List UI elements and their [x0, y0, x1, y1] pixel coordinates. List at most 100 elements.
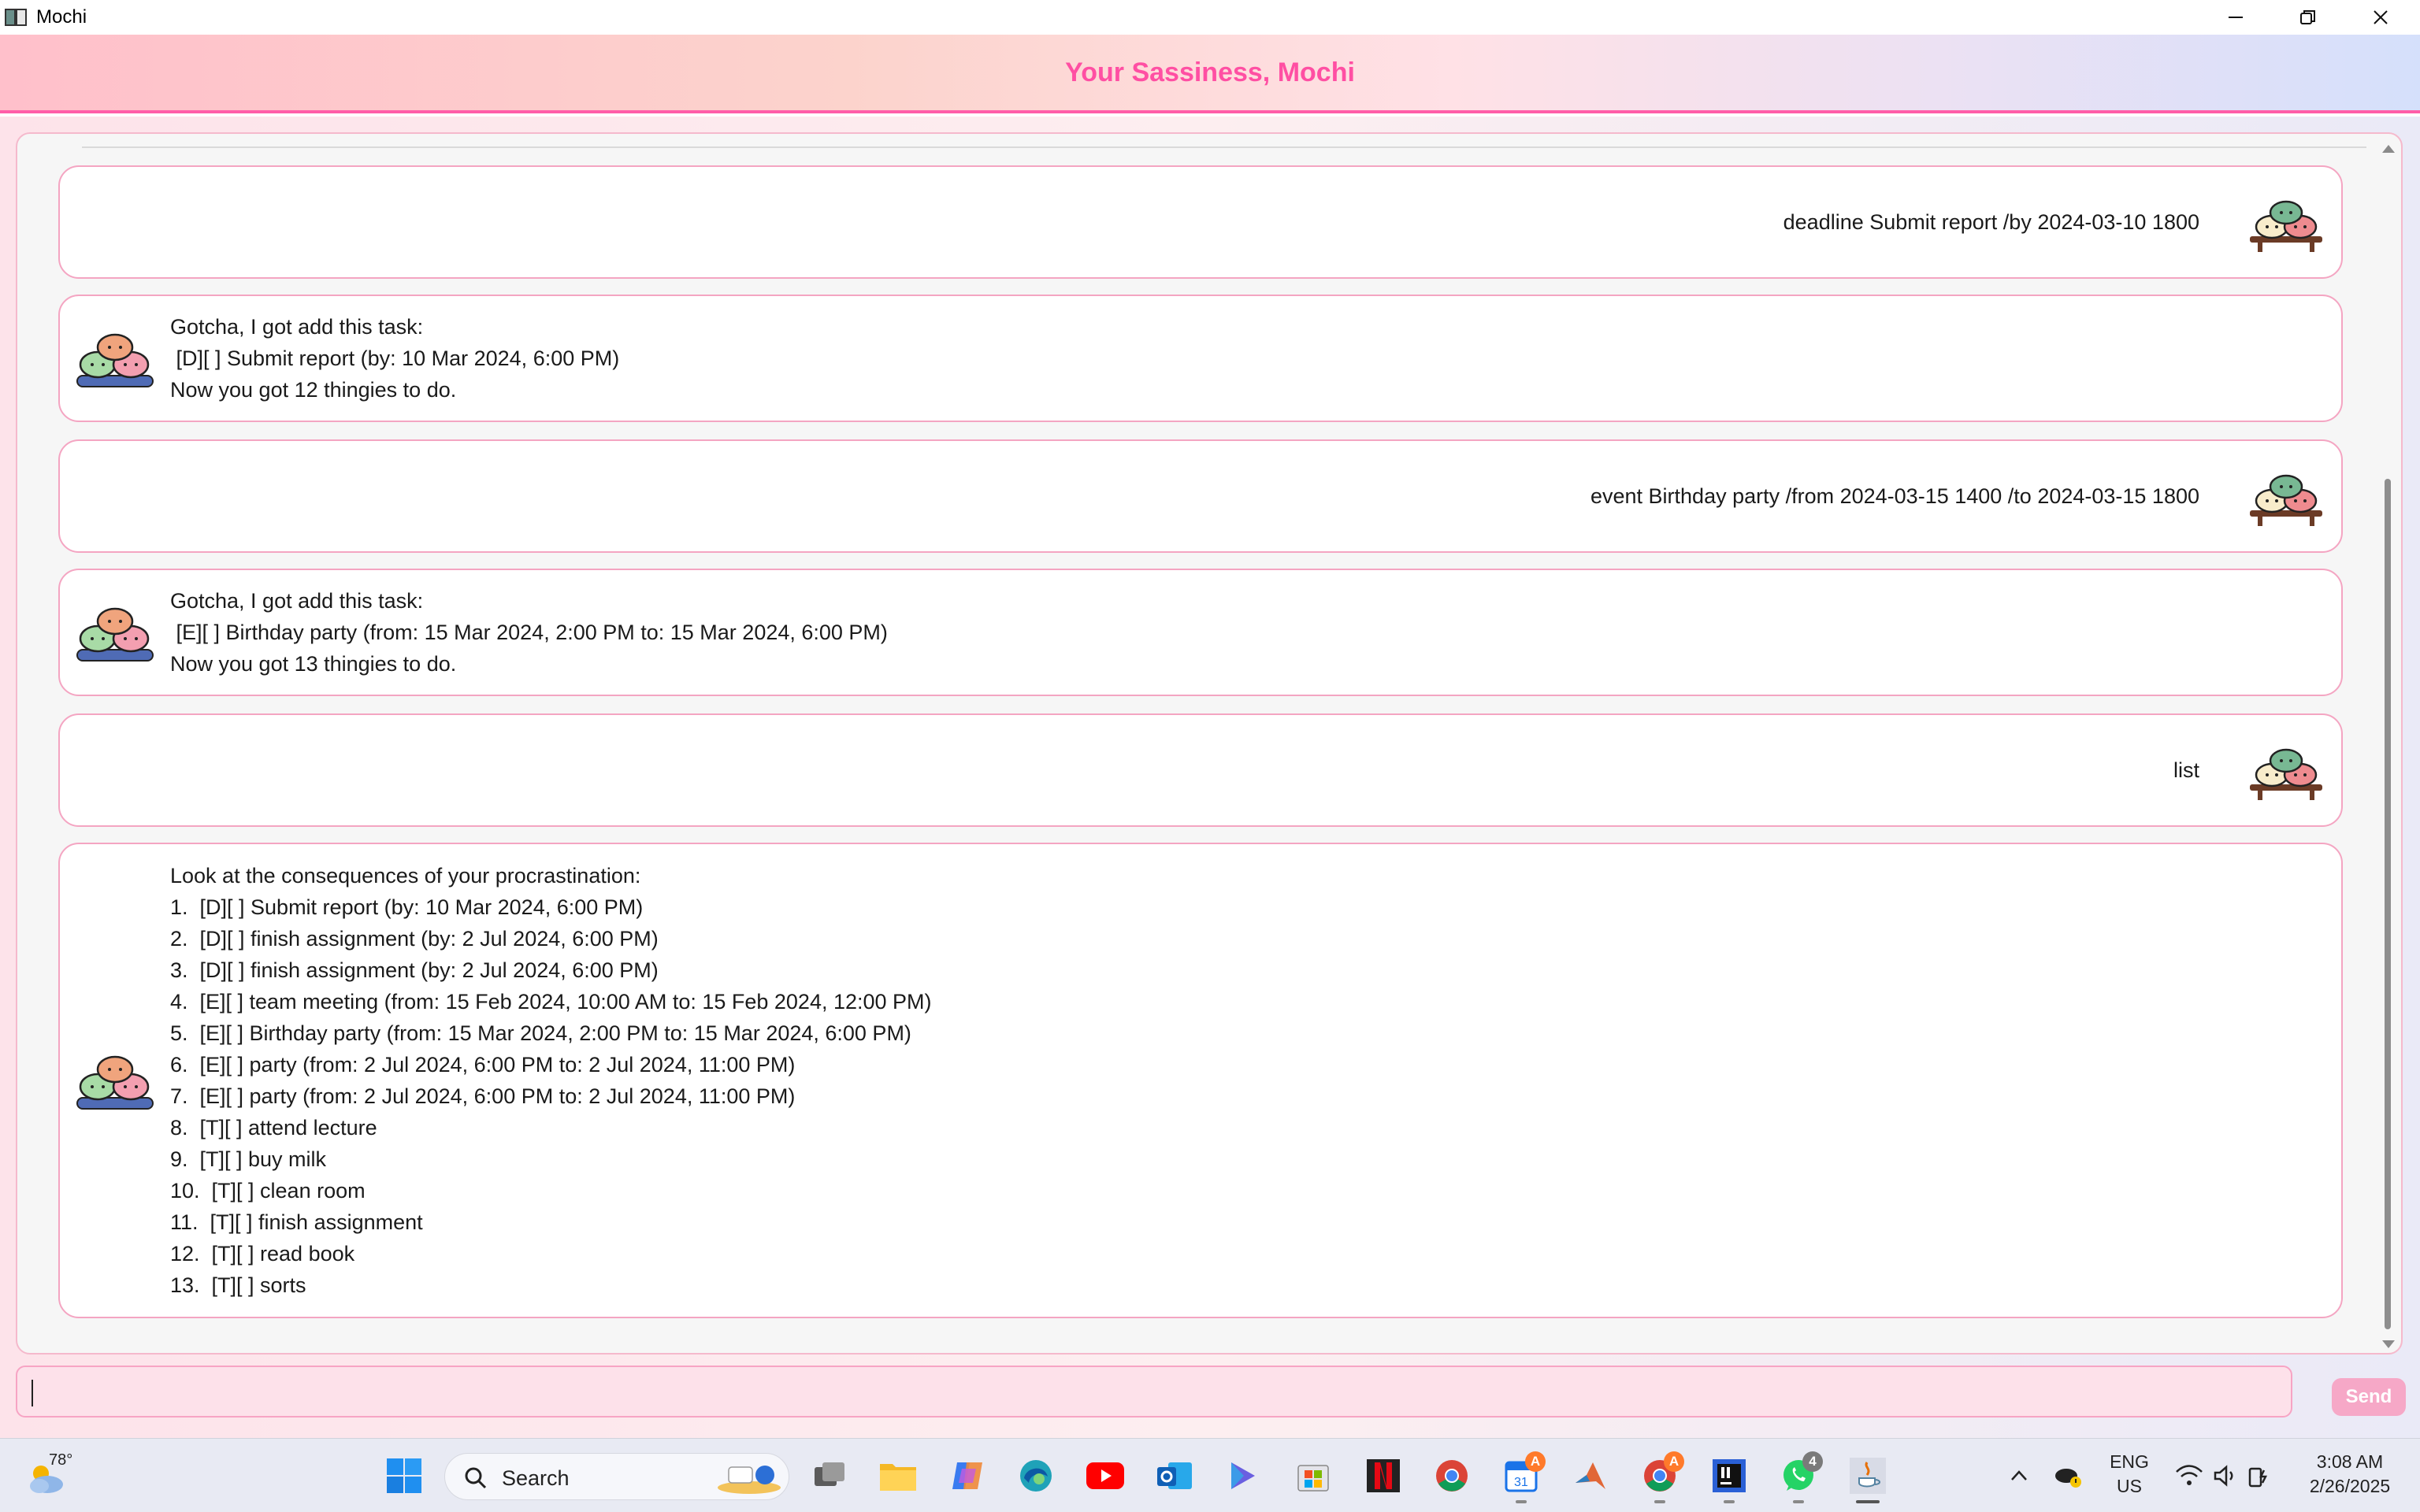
file-explorer-button[interactable]	[878, 1456, 918, 1495]
user-message-text: deadline Submit report /by 2024-03-10 18…	[1783, 210, 2199, 234]
region-code: US	[2117, 1476, 2142, 1496]
close-icon	[2374, 10, 2388, 24]
edge-icon	[1020, 1460, 1052, 1492]
running-indicator	[1793, 1500, 1804, 1503]
send-button[interactable]: Send	[2332, 1378, 2406, 1416]
battery-button[interactable]	[2240, 1456, 2280, 1495]
running-indicator	[1654, 1500, 1665, 1503]
restore-button[interactable]	[2272, 0, 2344, 35]
whatsapp-badge: 4	[1802, 1451, 1823, 1472]
intellij-button[interactable]	[1709, 1456, 1749, 1503]
main-area: deadline Submit report /by 2024-03-10 18…	[0, 117, 2420, 1438]
clock-time: 3:08 AM	[2316, 1451, 2384, 1472]
chrome-profile-button[interactable]: A	[1640, 1451, 1684, 1503]
bot-message-text: Gotcha, I got add this task: [D][ ] Subm…	[170, 315, 620, 402]
task-view-icon	[815, 1462, 844, 1486]
speaker-icon	[2214, 1465, 2233, 1487]
volume-button[interactable]	[2206, 1456, 2245, 1495]
taskbar: 78° Search 31 A A 4 ENG US 3:08 AM 2/26/…	[0, 1438, 2420, 1512]
microsoft-store-button[interactable]	[1294, 1456, 1333, 1495]
file-explorer-icon	[880, 1464, 916, 1491]
wifi-icon	[2176, 1465, 2203, 1485]
edge-button[interactable]	[1016, 1456, 1056, 1495]
outlook-button[interactable]	[1155, 1456, 1194, 1495]
java-button[interactable]	[1848, 1456, 1887, 1503]
intellij-icon	[1713, 1459, 1746, 1492]
scroll-down-icon[interactable]	[2382, 1340, 2395, 1348]
svg-text:31: 31	[1514, 1476, 1528, 1489]
app-title: Your Sassiness, Mochi	[1065, 57, 1355, 87]
copilot-icon	[952, 1462, 982, 1489]
outlook-icon	[1157, 1462, 1192, 1489]
running-indicator	[1516, 1500, 1527, 1503]
title-bar: Mochi	[0, 0, 2420, 35]
calendar-badge: A	[1525, 1451, 1546, 1472]
task-view-button[interactable]	[810, 1456, 849, 1495]
running-indicator	[1856, 1500, 1880, 1503]
scroll-up-icon[interactable]	[2382, 145, 2395, 153]
user-message: event Birthday party /from 2024-03-15 14…	[58, 439, 2343, 553]
user-message-text: event Birthday party /from 2024-03-15 14…	[1590, 484, 2199, 508]
java-icon	[1850, 1458, 1886, 1494]
onedrive-warning-icon	[2055, 1469, 2081, 1488]
calendar-button[interactable]: 31 A	[1501, 1451, 1546, 1503]
window-title: Mochi	[36, 6, 87, 28]
youtube-button[interactable]	[1086, 1456, 1125, 1495]
power-automate-icon	[1231, 1462, 1255, 1489]
show-hidden-icons-button[interactable]	[1999, 1456, 2039, 1495]
app-icon	[5, 7, 28, 28]
user-avatar-icon	[2250, 200, 2322, 252]
bot-message: Gotcha, I got add this task: [E][ ] Birt…	[58, 569, 2343, 696]
user-message: deadline Submit report /by 2024-03-10 18…	[58, 165, 2343, 279]
chrome-profile-badge: A	[1664, 1451, 1684, 1472]
restore-icon	[2300, 10, 2315, 24]
netflix-button[interactable]	[1364, 1456, 1403, 1495]
bot-message: Look at the consequences of your procras…	[58, 843, 2343, 1318]
app-header: Your Sassiness, Mochi	[0, 35, 2420, 113]
chat-scroll-pane[interactable]: deadline Submit report /by 2024-03-10 18…	[16, 132, 2403, 1354]
start-button[interactable]	[384, 1456, 424, 1495]
language-indicator[interactable]: ENG US	[2105, 1451, 2154, 1497]
youtube-icon	[1086, 1462, 1124, 1489]
search-label: Search	[502, 1466, 570, 1490]
minimize-icon	[2229, 17, 2243, 18]
bot-avatar-icon	[76, 1055, 154, 1110]
power-automate-button[interactable]	[1223, 1456, 1263, 1495]
user-message: list	[58, 713, 2343, 827]
scrollbar-thumb[interactable]	[2385, 479, 2391, 1329]
onedrive-button[interactable]	[2048, 1456, 2088, 1495]
clock[interactable]: 3:08 AM 2/26/2025	[2300, 1451, 2400, 1497]
bot-avatar-icon	[76, 607, 154, 662]
chevron-up-icon	[2011, 1470, 2027, 1480]
start-icon	[387, 1458, 421, 1493]
running-indicator	[1724, 1500, 1735, 1503]
language-code: ENG	[2110, 1451, 2149, 1472]
user-message-text: list	[2173, 758, 2199, 782]
netflix-icon	[1367, 1459, 1400, 1492]
message-input[interactable]	[16, 1366, 2292, 1418]
minimize-button[interactable]	[2199, 0, 2272, 35]
vertical-scrollbar[interactable]	[2377, 140, 2398, 1353]
whatsapp-button[interactable]: 4	[1779, 1451, 1823, 1503]
chrome-button[interactable]	[1432, 1456, 1472, 1495]
chrome-icon	[1436, 1460, 1468, 1492]
weather-widget[interactable]: 78°	[24, 1451, 79, 1499]
copilot-button[interactable]	[948, 1456, 987, 1495]
taskbar-search[interactable]: Search	[444, 1453, 789, 1500]
matlab-icon	[1576, 1462, 1605, 1489]
bot-message: Gotcha, I got add this task: [D][ ] Subm…	[58, 295, 2343, 422]
search-icon	[465, 1467, 487, 1489]
divider	[82, 146, 2366, 148]
network-button[interactable]	[2169, 1456, 2209, 1495]
matlab-button[interactable]	[1571, 1456, 1610, 1495]
bot-message-text: Gotcha, I got add this task: [E][ ] Birt…	[170, 589, 888, 676]
bot-avatar-icon	[76, 333, 154, 387]
microsoft-store-icon	[1297, 1465, 1329, 1492]
search-highlight-icon	[718, 1466, 781, 1494]
close-button[interactable]	[2344, 0, 2417, 35]
user-avatar-icon	[2250, 474, 2322, 526]
text-caret	[32, 1380, 33, 1406]
clock-date: 2/26/2025	[2309, 1476, 2391, 1496]
user-avatar-icon	[2250, 748, 2322, 800]
weather-temp: 78°	[49, 1451, 73, 1469]
